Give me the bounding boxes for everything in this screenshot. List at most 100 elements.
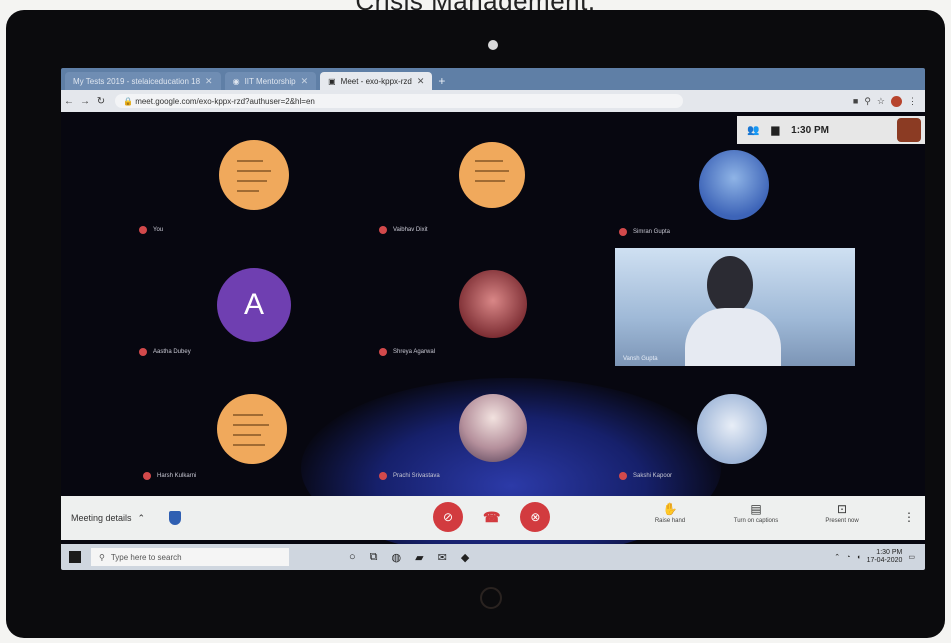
avatar-letter: A: [243, 288, 264, 321]
present-now-button[interactable]: ⊡ Present now: [807, 502, 877, 524]
captions-button[interactable]: ▤ Turn on captions: [721, 502, 791, 524]
call-controls: ⊘ ☎ ⊗: [433, 502, 551, 532]
tab-2-label: IIT Mentorship: [244, 76, 296, 86]
close-icon[interactable]: ✕: [205, 76, 213, 87]
participant-avatar: A: [217, 268, 291, 342]
clock-date: 17-04-2020: [866, 557, 903, 564]
mic-off-button[interactable]: ⊘: [433, 502, 463, 532]
reload-icon[interactable]: ↻: [93, 96, 109, 107]
participant-name-tag: Simran Gupta: [619, 228, 670, 236]
task-view-icon[interactable]: ⧉: [370, 551, 378, 564]
meet-toolbar: Meeting details ⌃ ⊘ ☎ ⊗ ✋ Raise hand ▤ T…: [61, 496, 925, 540]
forward-icon[interactable]: →: [77, 96, 93, 107]
camera-icon: ▣: [328, 76, 336, 86]
participant-name: Simran Gupta: [633, 229, 671, 235]
participant-name: Shreya Agarwal: [393, 349, 436, 355]
taskbar-clock[interactable]: 1:30 PM 17-04-2020: [867, 549, 903, 565]
address-bar: ← → ↻ 🔒 meet.google.com/exo-kppx-rzd?aut…: [61, 90, 925, 112]
mic-off-icon: [139, 348, 147, 356]
address-icons: ■ ⚲ ☆ ⋮: [853, 95, 917, 107]
speaker-icon[interactable]: ◖: [856, 554, 860, 561]
participant-name: Vaibhav Dixit: [393, 227, 428, 233]
hang-up-button[interactable]: ☎: [483, 509, 500, 526]
screen: My Tests 2019 - stelaiceducation 18 ✕ ◉ …: [61, 68, 925, 570]
participant-avatar: [459, 394, 527, 462]
taskbar-apps: ○ ⧉ ◍ ▰ ✉ ◆: [349, 551, 469, 564]
participant-name: Vansh Gupta: [623, 356, 658, 362]
participant-name: Harsh Kulkarni: [157, 473, 197, 479]
mic-off-icon: [379, 472, 387, 480]
wifi-icon[interactable]: ◔: [846, 554, 850, 561]
webcam: [488, 40, 498, 50]
raise-hand-label: Raise hand: [654, 518, 686, 524]
tray-up-icon[interactable]: ⌃: [834, 553, 840, 561]
self-view-thumbnail: [897, 118, 921, 142]
participant-name: You: [153, 227, 164, 233]
taskbar-search[interactable]: ⚲ Type here to search: [91, 548, 289, 566]
system-tray: ⌃ ◔ ◖ 1:30 PM 17-04-2020 ▭: [834, 549, 915, 565]
browser-tab-3[interactable]: ▣ Meet - exo-kppx-rzd ✕: [320, 72, 433, 90]
raise-hand-button[interactable]: ✋ Raise hand: [635, 502, 705, 524]
profile-avatar[interactable]: [891, 95, 902, 107]
camera-off-button[interactable]: ⊗: [520, 502, 551, 532]
participant-name-tag: You: [139, 226, 163, 234]
person-head: [707, 256, 753, 314]
participant-name-tag: Aastha Dubey: [139, 348, 191, 356]
chrome-icon[interactable]: ◍: [392, 551, 402, 564]
cortana-icon[interactable]: ○: [349, 551, 356, 564]
search-icon: ⚲: [99, 552, 105, 562]
mic-off-icon: [619, 472, 627, 480]
menu-icon[interactable]: ⋮: [908, 96, 917, 107]
tab-3-label: Meet - exo-kppx-rzd: [340, 76, 412, 86]
chat-icon[interactable]: ▆: [771, 125, 779, 136]
mail-icon[interactable]: ✉: [438, 551, 447, 564]
power-button: [480, 587, 502, 609]
back-icon[interactable]: ←: [61, 96, 77, 107]
meeting-details-button[interactable]: Meeting details ⌃: [71, 513, 145, 524]
search-icon[interactable]: ⚲: [864, 96, 871, 107]
status-time: 1:30 PM: [791, 124, 829, 136]
mic-off-icon: [379, 226, 387, 234]
participant-name-tag: Shreya Agarwal: [379, 348, 435, 356]
close-icon[interactable]: ✕: [301, 76, 309, 87]
present-icon: ⊡: [836, 502, 848, 516]
new-tab-icon[interactable]: +: [438, 74, 445, 88]
participant-avatar: [697, 394, 767, 464]
camera-icon[interactable]: ■: [853, 96, 858, 107]
browser-tab-1[interactable]: My Tests 2019 - stelaiceducation 18 ✕: [65, 72, 221, 90]
clock-time: 1:30 PM: [876, 549, 903, 556]
mic-off-icon: [619, 228, 627, 236]
participant-name-tag: Prachi Srivastava: [379, 472, 440, 480]
mic-off-icon: [143, 472, 151, 480]
windows-start-icon[interactable]: [69, 551, 81, 563]
participant-name: Prachi Srivastava: [393, 473, 440, 479]
captions-icon: ▤: [750, 502, 762, 516]
url-field[interactable]: 🔒 meet.google.com/exo-kppx-rzd?authuser=…: [115, 94, 683, 108]
more-options-icon[interactable]: ⋮: [903, 510, 915, 524]
browser-tab-2[interactable]: ◉ IIT Mentorship ✕: [224, 72, 317, 90]
participant-avatar: [219, 140, 289, 210]
close-icon[interactable]: ✕: [417, 76, 425, 87]
windows-taskbar: ⚲ Type here to search ○ ⧉ ◍ ▰ ✉ ◆ ⌃ ◔ ◖ …: [61, 544, 925, 570]
browser-tabstrip: My Tests 2019 - stelaiceducation 18 ✕ ◉ …: [61, 68, 925, 90]
camera-off-icon: ⊗: [530, 510, 541, 524]
participant-avatar: [459, 142, 525, 208]
shield-icon[interactable]: [169, 511, 182, 525]
globe-icon: ◉: [232, 76, 240, 86]
participant-video-tile: Vansh Gupta: [615, 248, 855, 366]
laptop-frame: My Tests 2019 - stelaiceducation 18 ✕ ◉ …: [6, 10, 945, 638]
mic-off-icon: ⊘: [442, 510, 454, 524]
store-icon[interactable]: ▰: [415, 551, 423, 564]
participant-name-tag: Vaibhav Dixit: [379, 226, 428, 234]
people-icon[interactable]: 👥: [747, 125, 759, 136]
participant-name: Sakshi Kapoor: [633, 473, 673, 479]
url-text: meet.google.com/exo-kppx-rzd?authuser=2&…: [135, 96, 315, 106]
notifications-icon[interactable]: ▭: [908, 553, 915, 561]
hand-icon: ✋: [662, 502, 678, 516]
participant-avatar: [459, 270, 527, 338]
meeting-details-label: Meeting details: [71, 513, 132, 523]
star-icon[interactable]: ☆: [877, 96, 885, 107]
chevron-up-icon: ⌃: [137, 512, 146, 523]
app-icon[interactable]: ◆: [461, 551, 469, 564]
participant-name-tag: Sakshi Kapoor: [619, 472, 672, 480]
